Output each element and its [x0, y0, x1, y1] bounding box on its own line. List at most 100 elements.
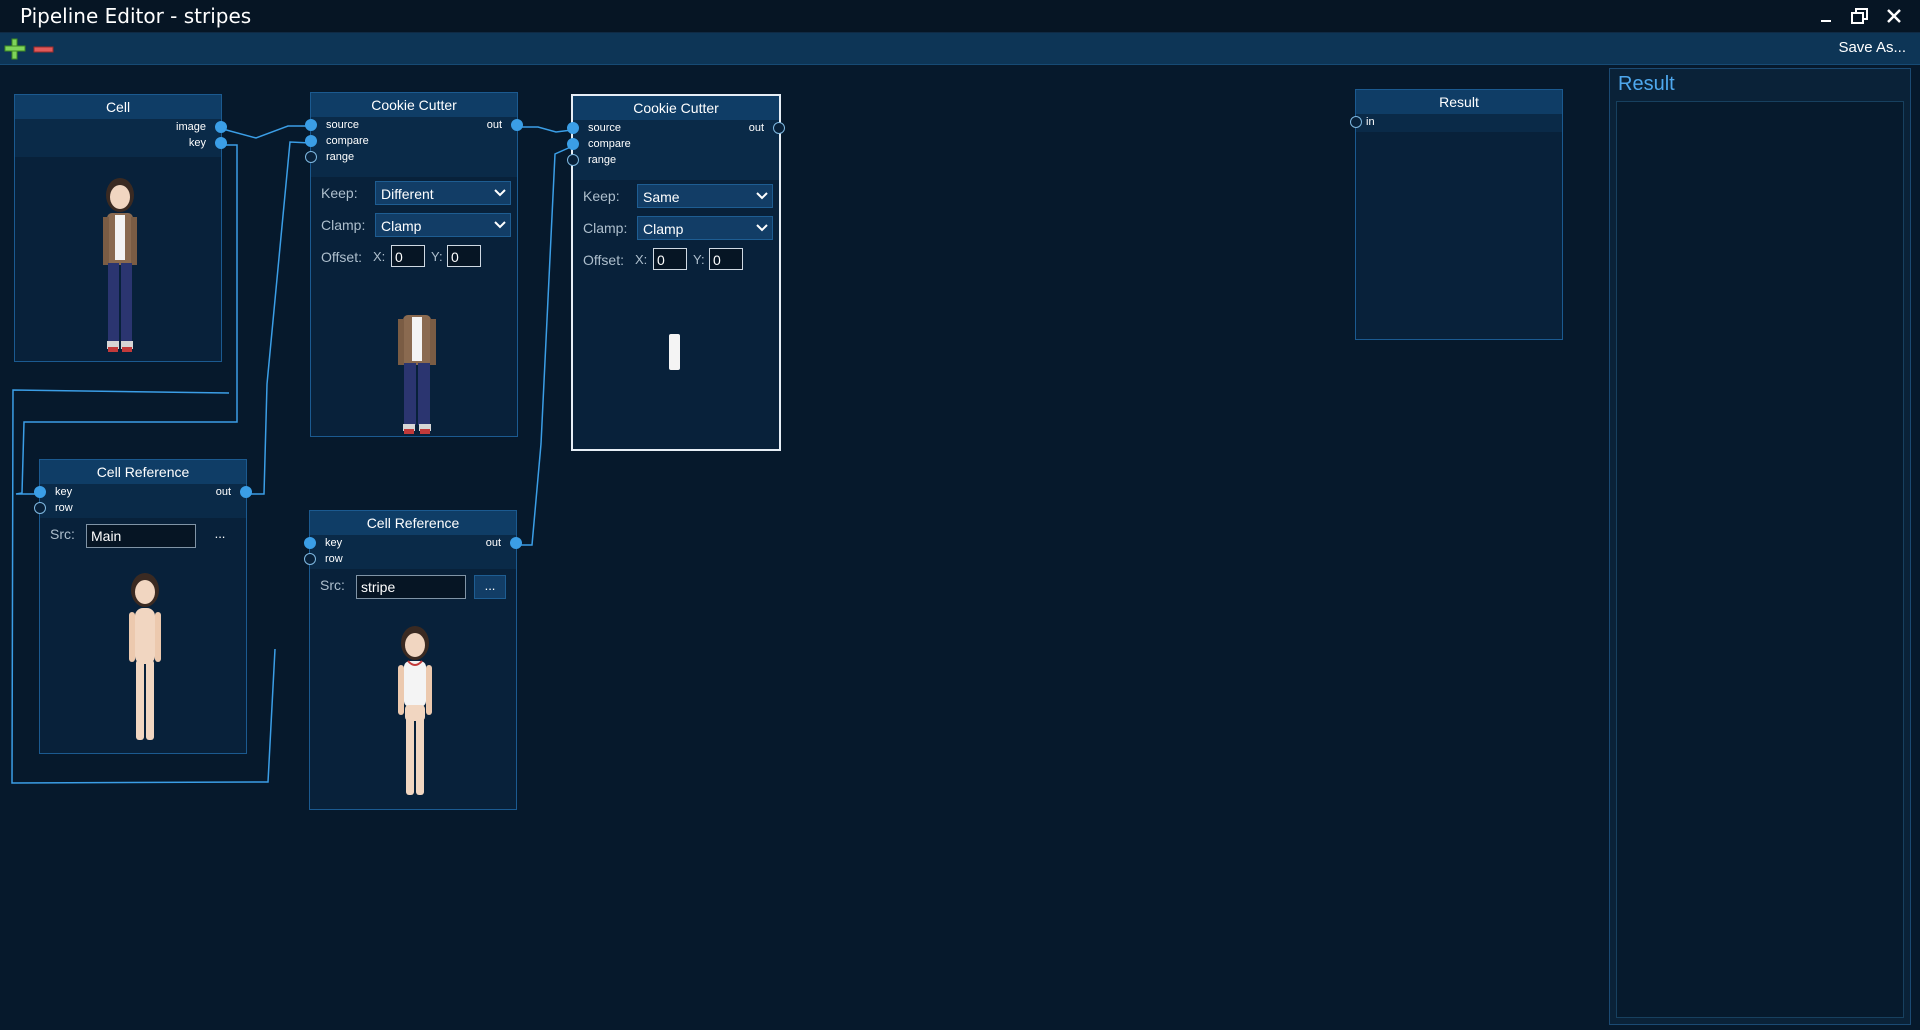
- port-key-in: key out: [34, 484, 252, 500]
- port-label: image: [176, 121, 206, 133]
- clamp-dropdown[interactable]: Clamp: [637, 216, 773, 240]
- port-label: row: [325, 553, 343, 565]
- wire-image-to-source: [218, 125, 310, 139]
- result-preview-area: [1616, 101, 1904, 1018]
- minimize-button[interactable]: [1812, 4, 1840, 28]
- title-bar: Pipeline Editor - stripes: [0, 0, 1920, 33]
- port-range-in: range: [567, 152, 779, 168]
- x-label: X:: [635, 252, 648, 267]
- port-label: range: [326, 151, 355, 163]
- port-label: key: [188, 137, 206, 149]
- keep-dropdown[interactable]: Different: [375, 181, 511, 205]
- port-label: compare: [326, 135, 369, 147]
- port-label: source: [588, 122, 622, 134]
- wire-out-to-source: [516, 126, 573, 133]
- keep-value: Same: [643, 189, 680, 205]
- white-stripe-image: [669, 334, 680, 370]
- input-port-dot[interactable]: [305, 151, 317, 163]
- close-icon: [1887, 9, 1901, 23]
- node-cell[interactable]: Cell image key: [14, 94, 227, 362]
- save-as-button[interactable]: Save As...: [1838, 39, 1906, 56]
- input-port-dot[interactable]: [1350, 116, 1362, 128]
- minimize-icon: [1821, 20, 1831, 22]
- result-panel: Result: [1609, 68, 1911, 1025]
- port-list: image key: [15, 119, 227, 157]
- node-cell-reference-1[interactable]: Cell Reference key out row Src: Main ...: [34, 459, 252, 754]
- src-label: Src:: [50, 526, 75, 542]
- input-port-dot[interactable]: [567, 138, 579, 150]
- keep-label: Keep:: [583, 188, 620, 204]
- node-graph-canvas[interactable]: Cell image key Cookie Cutter source out …: [0, 64, 1605, 1030]
- offset-row: Offset: X: 0 Y: 0: [573, 244, 779, 276]
- clamp-dropdown[interactable]: Clamp: [375, 213, 511, 237]
- src-row: Src: stripe ...: [310, 569, 516, 605]
- input-port-dot[interactable]: [34, 486, 46, 498]
- node-cookie-cutter-1[interactable]: Cookie Cutter source out compare range K…: [305, 92, 523, 437]
- keep-dropdown[interactable]: Same: [637, 184, 773, 208]
- keep-value: Different: [381, 186, 434, 202]
- node-cookie-cutter-2[interactable]: Cookie Cutter source out compare range K…: [567, 94, 785, 451]
- remove-node-button[interactable]: [32, 37, 56, 61]
- port-key-out: key: [15, 135, 227, 151]
- output-port-dot[interactable]: [240, 486, 252, 498]
- input-port-dot[interactable]: [304, 537, 316, 549]
- input-port-dot[interactable]: [305, 135, 317, 147]
- restore-icon: [1851, 8, 1868, 24]
- port-list: key out row: [304, 535, 522, 569]
- clamp-label: Clamp:: [321, 217, 366, 233]
- port-list: key out row: [34, 484, 252, 518]
- port-list: source out compare range: [567, 120, 785, 180]
- port-label: key: [55, 486, 73, 498]
- port-label: out: [485, 537, 501, 549]
- src-row: Src: Main ...: [40, 518, 246, 554]
- browse-button[interactable]: ...: [474, 575, 506, 599]
- offset-x-input[interactable]: 0: [391, 245, 425, 267]
- port-source-in: source out: [567, 120, 785, 136]
- port-label: row: [55, 502, 73, 514]
- input-port-dot[interactable]: [305, 119, 317, 131]
- browse-button[interactable]: ...: [204, 524, 236, 548]
- output-port-dot[interactable]: [773, 122, 785, 134]
- clamp-row: Clamp: Clamp: [573, 212, 779, 244]
- plus-icon: [4, 38, 26, 60]
- output-port-dot[interactable]: [511, 119, 523, 131]
- minus-icon: [33, 46, 54, 53]
- port-label: out: [215, 486, 231, 498]
- y-label: Y:: [431, 249, 443, 264]
- output-port-dot[interactable]: [215, 121, 227, 133]
- port-compare-in: compare: [567, 136, 779, 152]
- port-label: in: [1366, 116, 1375, 128]
- offset-label: Offset:: [321, 249, 362, 265]
- port-label: out: [748, 122, 764, 134]
- input-port-dot[interactable]: [304, 553, 316, 565]
- port-label: range: [588, 154, 617, 166]
- port-range-in: range: [305, 149, 517, 165]
- offset-y-input[interactable]: 0: [447, 245, 481, 267]
- node-title: Cell Reference: [310, 511, 516, 535]
- toolbar: Save As...: [0, 33, 1920, 65]
- node-result[interactable]: Result in: [1350, 89, 1563, 340]
- result-panel-title: Result: [1618, 73, 1675, 95]
- output-port-dot[interactable]: [510, 537, 522, 549]
- input-port-dot[interactable]: [34, 502, 46, 514]
- output-port-dot[interactable]: [215, 137, 227, 149]
- input-port-dot[interactable]: [567, 122, 579, 134]
- src-input[interactable]: Main: [86, 524, 196, 548]
- keep-label: Keep:: [321, 185, 358, 201]
- clothing-only-image: [398, 315, 436, 434]
- node-title: Result: [1356, 90, 1562, 114]
- character-base-image: [129, 573, 161, 740]
- close-button[interactable]: [1880, 4, 1908, 28]
- port-source-in: source out: [305, 117, 523, 133]
- window-title: Pipeline Editor - stripes: [20, 4, 252, 28]
- port-row-in: row: [34, 500, 246, 516]
- offset-y-input[interactable]: 0: [709, 248, 743, 270]
- node-cell-reference-2[interactable]: Cell Reference key out row Src: stripe .…: [304, 510, 522, 810]
- offset-x-input[interactable]: 0: [653, 248, 687, 270]
- clamp-value: Clamp: [381, 218, 422, 234]
- src-label: Src:: [320, 577, 345, 593]
- add-node-button[interactable]: [3, 37, 27, 61]
- src-input[interactable]: stripe: [356, 575, 466, 599]
- input-port-dot[interactable]: [567, 154, 579, 166]
- restore-button[interactable]: [1846, 4, 1874, 28]
